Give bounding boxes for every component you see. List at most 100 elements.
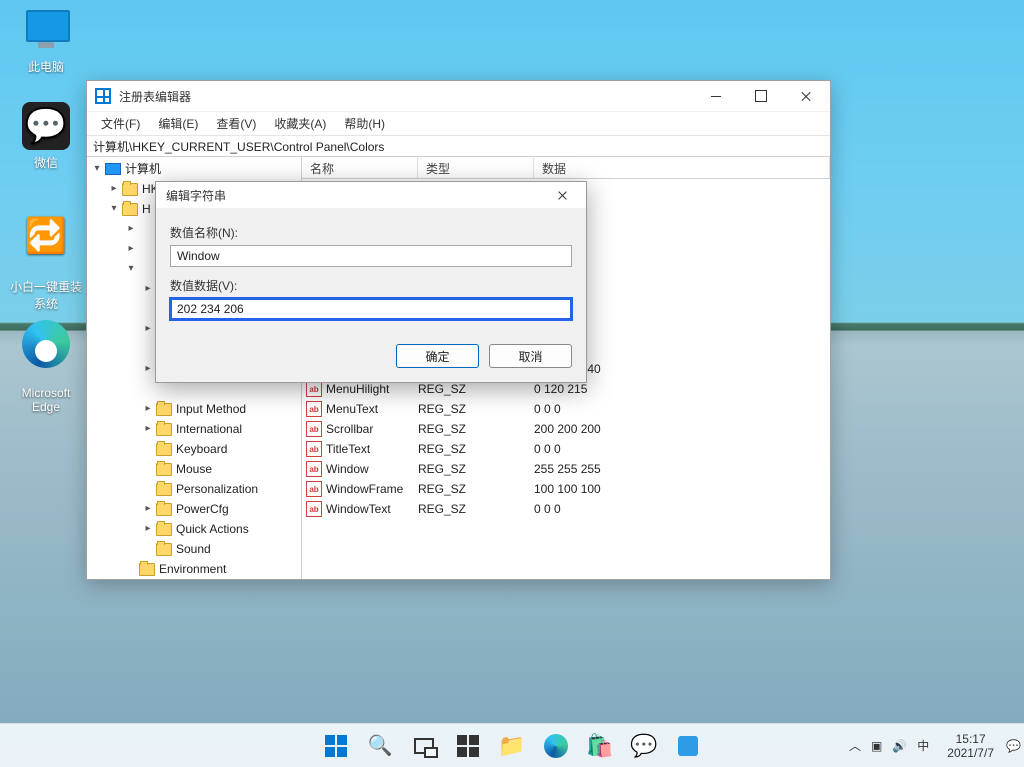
list-row[interactable]: ScrollbarREG_SZ200 200 200 (302, 419, 830, 439)
string-value-icon (306, 501, 322, 517)
network-icon[interactable]: ▣ (871, 739, 882, 753)
list-row[interactable]: WindowREG_SZ255 255 255 (302, 459, 830, 479)
titlebar[interactable]: 注册表编辑器 (87, 81, 830, 111)
value-data-label: 数值数据(V): (170, 277, 572, 294)
tree-item-environment[interactable]: Environment (159, 559, 226, 579)
tree-item[interactable]: Keyboard (176, 439, 227, 459)
expand-toggle[interactable] (142, 423, 154, 435)
taskbar-search[interactable]: 🔍 (360, 726, 400, 766)
tree-item[interactable]: Mouse (176, 459, 212, 479)
tree-item[interactable]: Sound (176, 539, 211, 559)
file-explorer[interactable]: 📁 (492, 726, 532, 766)
list-header: 名称 类型 数据 (302, 157, 830, 179)
edge-icon (22, 320, 70, 368)
expand-toggle[interactable] (142, 363, 154, 375)
computer-icon (105, 163, 121, 175)
menu-file[interactable]: 文件(F) (93, 113, 148, 134)
volume-icon[interactable]: 🔊 (892, 739, 907, 753)
taskbar-edge[interactable] (536, 726, 576, 766)
edit-string-dialog: 编辑字符串 数值名称(N): 数值数据(V): 确定 取消 (155, 181, 587, 383)
tree-item[interactable]: International (176, 419, 242, 439)
folder-icon (156, 463, 172, 476)
expand-toggle[interactable] (91, 163, 103, 175)
system-tray: ︿ ▣ 🔊 中 15:17 2021/7/7 💬 (843, 732, 1018, 760)
clock-date: 2021/7/7 (947, 746, 994, 760)
desktop-icon-label: 此电脑 (8, 58, 84, 75)
folder-icon (156, 423, 172, 436)
expand-toggle[interactable] (142, 523, 154, 535)
expand-toggle[interactable] (125, 263, 137, 275)
expand-toggle[interactable] (108, 183, 120, 195)
list-row[interactable]: MenuTextREG_SZ0 0 0 (302, 399, 830, 419)
value-name-label: 数值名称(N): (170, 224, 572, 241)
expand-toggle[interactable] (142, 323, 154, 335)
menu-favorites[interactable]: 收藏夹(A) (266, 113, 334, 134)
widgets[interactable] (448, 726, 488, 766)
string-value-icon (306, 461, 322, 477)
col-name[interactable]: 名称 (302, 157, 418, 178)
close-button[interactable] (783, 81, 828, 111)
desktop-icon-edge[interactable]: Microsoft Edge (8, 306, 84, 428)
list-row[interactable]: TitleTextREG_SZ0 0 0 (302, 439, 830, 459)
string-value-icon (306, 401, 322, 417)
taskbar-app[interactable] (668, 726, 708, 766)
menu-edit[interactable]: 编辑(E) (150, 113, 206, 134)
list-row[interactable]: WindowFrameREG_SZ100 100 100 (302, 479, 830, 499)
tree-root[interactable]: 计算机 (125, 159, 161, 179)
desktop-icon-this-pc[interactable]: 此电脑 (8, 6, 84, 75)
desktop-icon-wechat[interactable]: 微信 (8, 102, 84, 171)
taskbar-wechat[interactable]: 💬 (624, 726, 664, 766)
folder-icon (156, 443, 172, 456)
value-data-field[interactable] (170, 298, 572, 320)
tree-item-hkcu[interactable]: H (142, 199, 151, 219)
dialog-close-button[interactable] (542, 183, 582, 207)
tree-item[interactable]: PowerCfg (176, 499, 229, 519)
minimize-button[interactable] (693, 81, 738, 111)
menubar: 文件(F) 编辑(E) 查看(V) 收藏夹(A) 帮助(H) (87, 111, 830, 135)
expand-toggle[interactable] (142, 283, 154, 295)
folder-icon (156, 483, 172, 496)
notifications-icon[interactable]: 💬 (1006, 739, 1018, 753)
folder-icon (139, 563, 155, 576)
desktop-icon-label: Microsoft Edge (8, 386, 84, 414)
task-view[interactable] (404, 726, 444, 766)
folder-icon (122, 203, 138, 216)
folder-icon (156, 403, 172, 416)
address-text: 计算机\HKEY_CURRENT_USER\Control Panel\Colo… (93, 138, 384, 155)
menu-help[interactable]: 帮助(H) (336, 113, 393, 134)
start-button[interactable] (316, 726, 356, 766)
maximize-button[interactable] (738, 81, 783, 111)
taskbar-clock[interactable]: 15:17 2021/7/7 (941, 732, 1000, 760)
string-value-icon (306, 381, 322, 397)
address-bar[interactable]: 计算机\HKEY_CURRENT_USER\Control Panel\Colo… (87, 135, 830, 157)
tray-chevron-icon[interactable]: ︿ (849, 737, 861, 754)
regedit-icon (95, 88, 111, 104)
expand-toggle[interactable] (125, 223, 137, 235)
tree-item[interactable]: Quick Actions (176, 519, 249, 539)
expand-toggle[interactable] (125, 243, 137, 255)
window-title: 注册表编辑器 (119, 88, 191, 105)
expand-toggle[interactable] (142, 503, 154, 515)
col-data[interactable]: 数据 (534, 157, 830, 178)
ime-indicator[interactable]: 中 (917, 737, 929, 754)
dialog-title: 编辑字符串 (166, 187, 226, 204)
expand-toggle[interactable] (142, 403, 154, 415)
string-value-icon (306, 481, 322, 497)
ok-button[interactable]: 确定 (396, 344, 479, 368)
taskbar: 🔍 📁 🛍️ 💬 ︿ ▣ 🔊 中 15:17 2021/7/7 💬 (0, 723, 1024, 767)
dialog-titlebar[interactable]: 编辑字符串 (156, 182, 586, 208)
expand-toggle[interactable] (108, 203, 120, 215)
tree-item[interactable]: Input Method (176, 399, 246, 419)
col-type[interactable]: 类型 (418, 157, 534, 178)
value-name-field[interactable] (170, 245, 572, 267)
folder-icon (156, 503, 172, 516)
cancel-button[interactable]: 取消 (489, 344, 572, 368)
clock-time: 15:17 (947, 732, 994, 746)
tree-item[interactable]: Personalization (176, 479, 258, 499)
string-value-icon (306, 441, 322, 457)
microsoft-store[interactable]: 🛍️ (580, 726, 620, 766)
menu-view[interactable]: 查看(V) (208, 113, 264, 134)
monitor-icon (22, 6, 70, 54)
list-row[interactable]: WindowTextREG_SZ0 0 0 (302, 499, 830, 519)
folder-icon (122, 183, 138, 196)
